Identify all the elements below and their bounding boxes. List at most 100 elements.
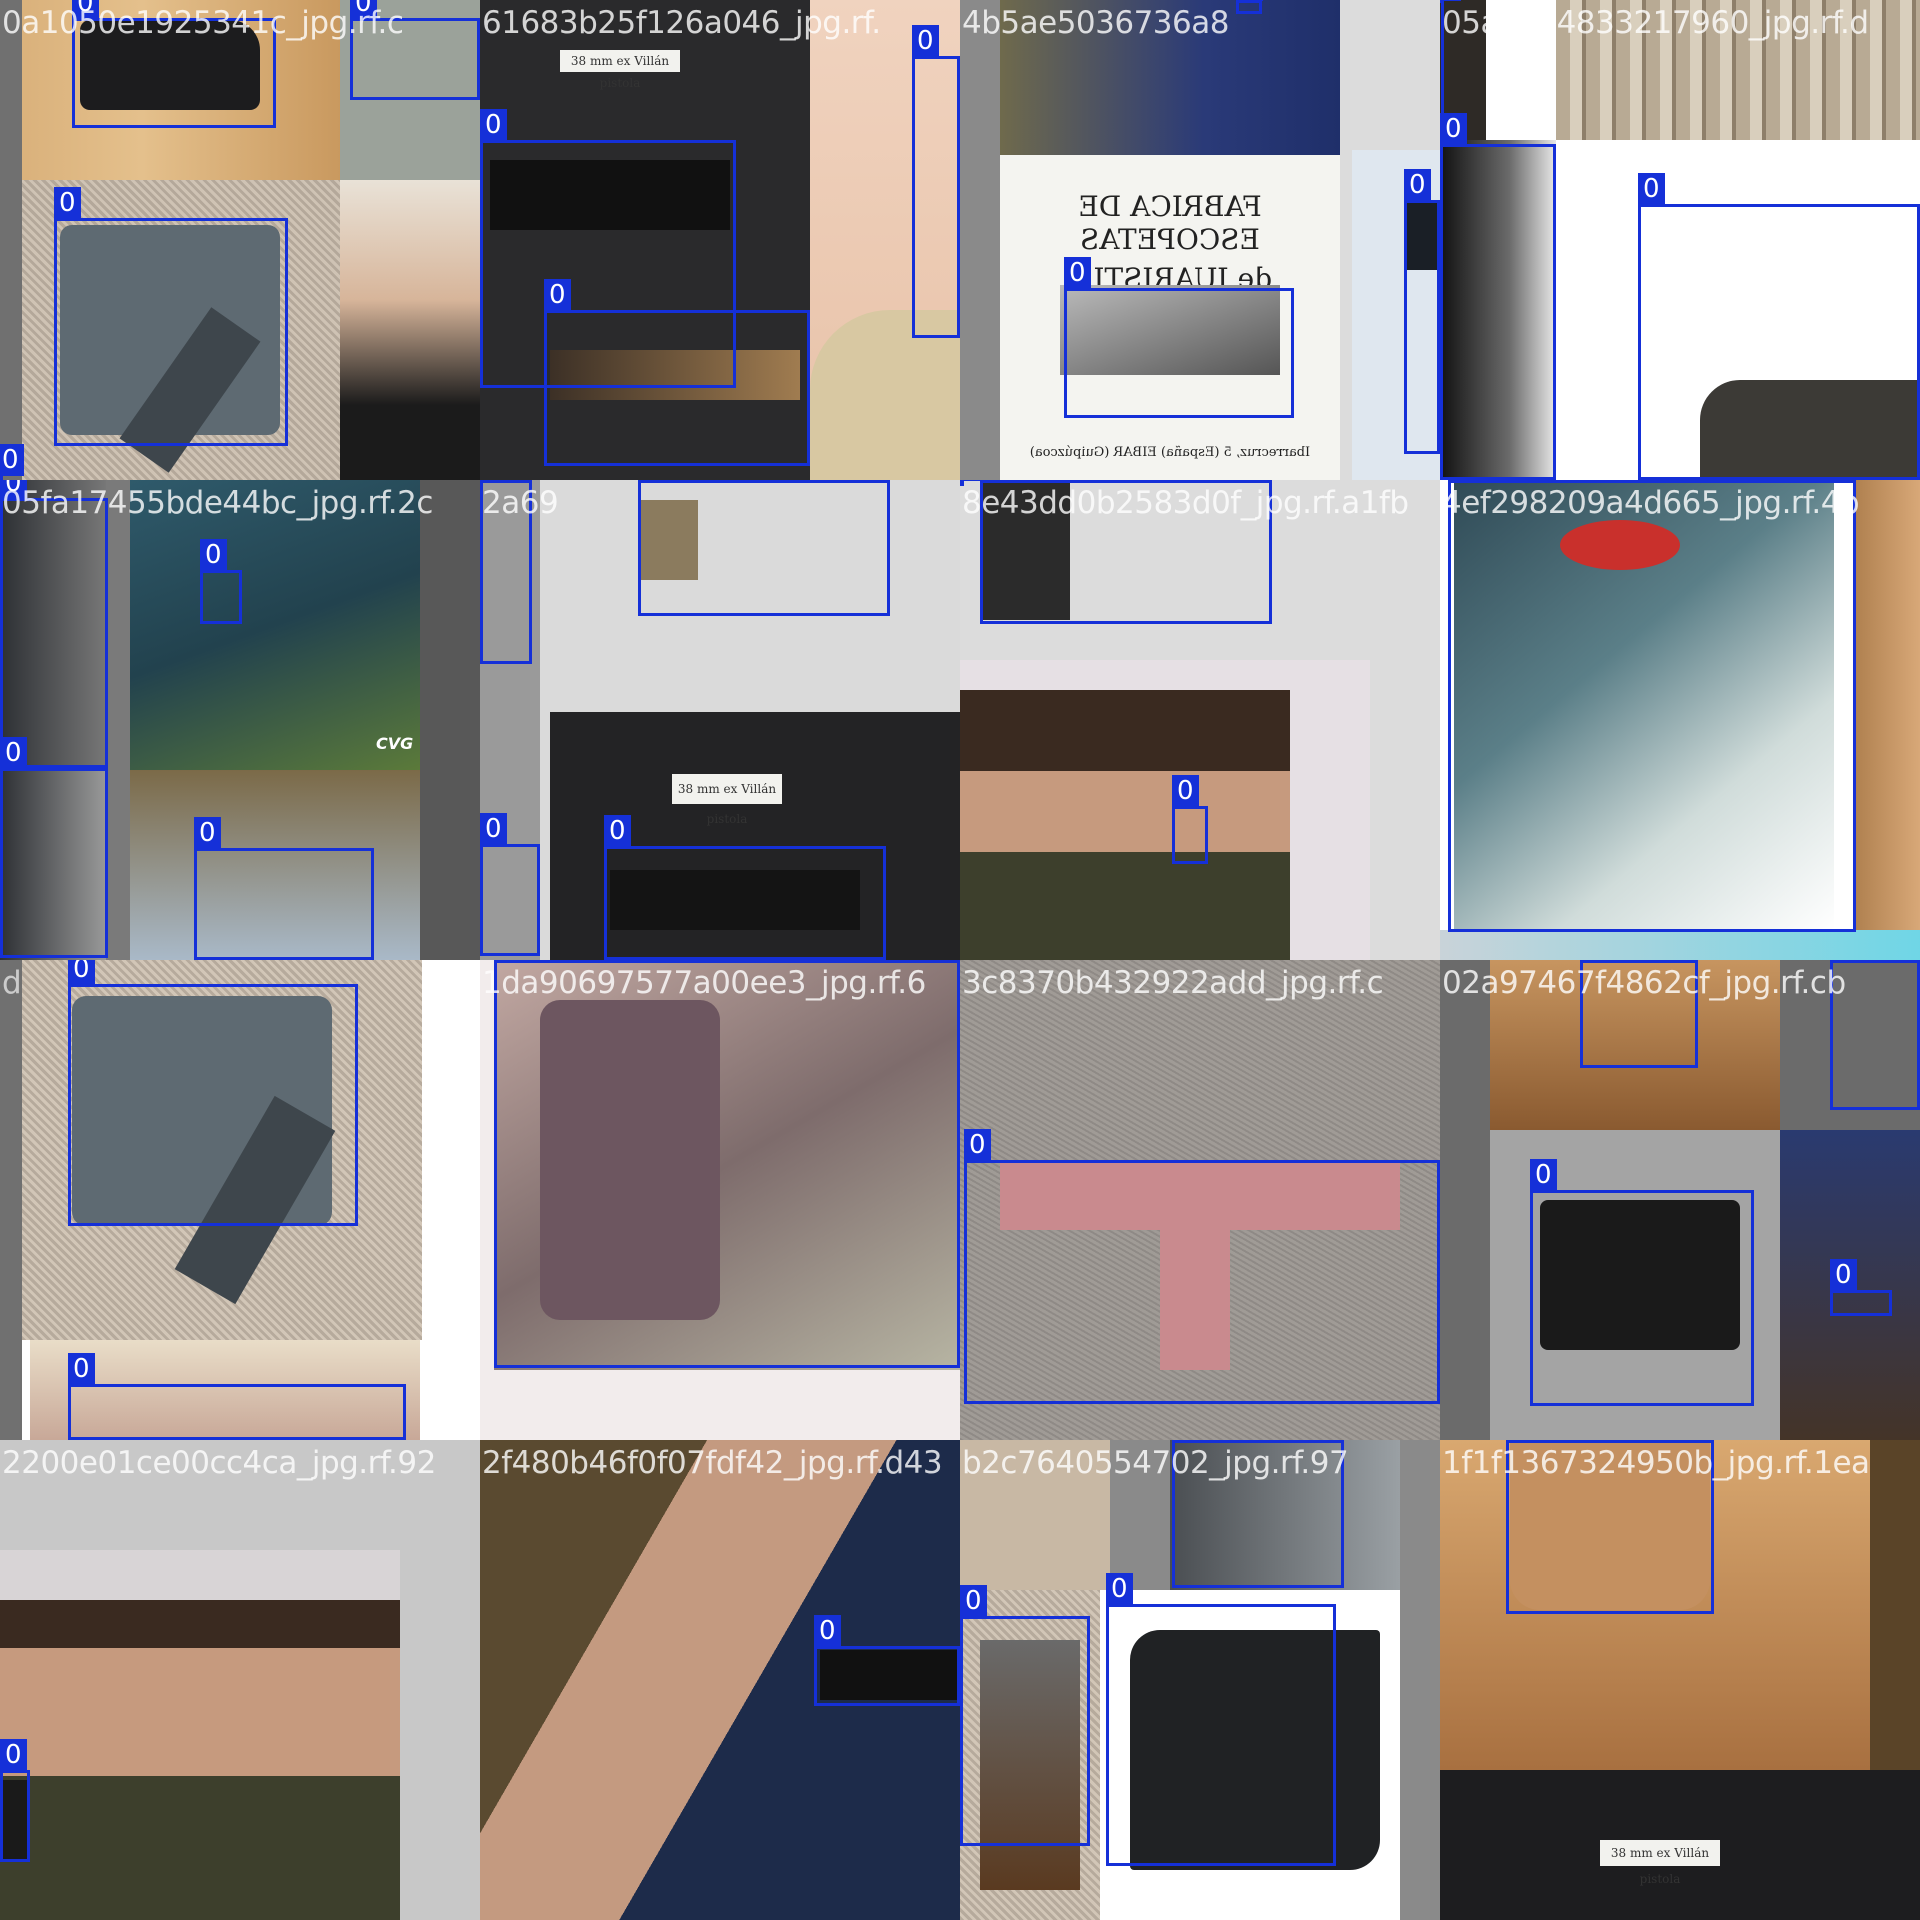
tile-filename: 61683b25f126a046_jpg.rf. [482,5,881,41]
wood-strip [1856,480,1920,930]
class-label: 0 [604,815,631,847]
detection-box: 0 [964,1129,1440,1404]
tile-15: 0 0 0 b2c7640554702_jpg.rf.97 [960,1440,1440,1920]
class-label: 0 [1106,1573,1133,1605]
right-gray-strip [420,480,480,960]
class-label: 0 [1404,169,1431,201]
class-label: 0 [1580,960,1607,961]
detection-box: 0 [54,187,288,446]
class-label: 0 [1448,480,1475,481]
tile-2: 38 mm ex Villán pistola 0 0 0 61683b25f1… [480,0,960,480]
poster-address: Ibarrecruz, 5 (España) EIBAR (Guipúzcoa) [1029,445,1311,460]
detection-box: 0 [1404,169,1440,454]
tile-3: FABRICA DE ESCOPETAS de JUARISTI e IRION… [960,0,1440,480]
tile-filename: d [2,965,22,1001]
detection-box: 0 [1440,113,1556,480]
tile-filename: 2f480b46f0f07fdf42_jpg.rf.d43 [482,1445,943,1481]
detection-box: 0 [480,813,540,956]
class-label: 0 [494,960,521,961]
detection-box: 0 [1638,173,1920,480]
detection-box: 0 [0,480,108,768]
tile-filename: 05a54d4833217960_jpg.rf.d [1442,5,1869,41]
class-label: 0 [960,1585,987,1617]
detection-box: 0 [1236,0,1263,14]
detection-box: 0 [1530,1159,1754,1406]
detection-box: 0 [0,737,108,958]
class-label: 0 [1506,1440,1533,1441]
detection-box: 0 [1448,480,1856,932]
museum-sign: 38 mm ex Villán pistola [672,774,782,826]
tile-filename: 3c8370b432922add_jpg.rf.c [962,965,1384,1001]
detection-box: 0 [68,1353,406,1440]
class-label: 0 [0,444,24,476]
class-label: 0 [544,279,571,311]
detection-box: 0 [194,817,374,960]
detection-box: 0 [1172,775,1208,864]
tile-5: CVG 0 0 0 0 05fa17455bde44bc_jpg.rf.2c [0,480,480,960]
class-label: 0 [0,1739,27,1771]
tile-4: 0 0 0 05a54d4833217960_jpg.rf.d [1440,0,1920,480]
detection-box: 0 [0,1739,30,1862]
tile-1: 0 0 0 0 0a1050e1925341c_jpg.rf.c [0,0,480,480]
class-label: 0 [1172,1440,1199,1441]
class-label: 0 [1830,1259,1857,1291]
museum-sign: 38 mm ex Villán pistola [1600,1840,1720,1886]
left-gray-strip [0,0,22,480]
class-label: 0 [1440,0,1461,1]
class-label: 0 [960,480,981,481]
detection-box: 0 [604,815,886,960]
tile-filename: 1f1f1367324950b_jpg.rf.1ea [1442,1445,1870,1481]
tile-11: 0 3c8370b432922add_jpg.rf.c [960,960,1440,1440]
class-label: 0 [912,25,939,57]
class-label: 0 [814,1615,841,1647]
detection-box: 0 [494,960,960,1368]
class-label: 0 [480,109,507,141]
class-label: 0 [200,539,227,571]
class-label: 0 [194,817,221,849]
detection-box: 0 [1830,1259,1892,1316]
tile-filename: 05fa17455bde44bc_jpg.rf.2c [2,485,433,521]
tile-filename: 2a69 [482,485,559,521]
tile-6: 38 mm ex Villán pistola 0 0 0 0 2a69 [480,480,960,960]
tile-10: 0 1da90697577a00ee3_jpg.rf.6 [480,960,960,1440]
tile-filename: 0a1050e1925341c_jpg.rf.c [2,5,404,41]
class-label: 0 [1236,0,1263,1]
tile-12: 0 0 0 0 02a97467f4862cf_jpg.rf.cb [1440,960,1920,1440]
left-gray-strip [960,0,1000,480]
class-label: 0 [68,1353,95,1385]
man-aiming-photo [0,1600,400,1920]
tile-filename: 1da90697577a00ee3_jpg.rf.6 [482,965,926,1001]
class-label: 0 [638,480,665,481]
museum-sign: 38 mm ex Villán pistola [560,50,680,90]
detection-box: 0 [912,25,960,338]
detection-box: 0 [960,1585,1090,1846]
tile-13: 0 2200e01ce00cc4ca_jpg.rf.92 [0,1440,480,1920]
tile-filename: b2c7640554702_jpg.rf.97 [962,1445,1349,1481]
tile-8: 0 4ef298209a4d665_jpg.rf.4b [1440,480,1920,960]
tile-filename: 2200e01ce00cc4ca_jpg.rf.92 [2,1445,436,1481]
cvg-logo: CVG [376,734,414,753]
tile-filename: 4b5ae5036736a8 [962,5,1229,41]
man-aiming-photo [960,690,1290,960]
class-label: 0 [54,187,81,219]
tile-9: 0 0 d [0,960,480,1440]
blue-strip [1440,930,1920,960]
class-label: 0 [1064,257,1091,289]
class-label: 0 [980,480,1007,481]
detection-box: 0 [1064,257,1294,418]
detection-box: 0 [544,279,810,466]
tile-filename: 8e43dd0b2583d0f_jpg.rf.a1fb [962,485,1409,521]
tile-filename: 4ef298209a4d665_jpg.rf.4b [1442,485,1860,521]
tile-filename: 02a97467f4862cf_jpg.rf.cb [1442,965,1846,1001]
class-label: 0 [0,737,27,769]
tile-16: 38 mm ex Villán pistola 0 1f1f1367324950… [1440,1440,1920,1920]
class-label: 0 [480,813,507,845]
detection-box: 0 [1106,1573,1336,1866]
tile-7: 0 0 0 8e43dd0b2583d0f_jpg.rf.a1fb [960,480,1440,960]
class-label: 0 [1530,1159,1557,1191]
poster-title: FABRICA DE ESCOPETAS [1078,190,1262,256]
tile-14: 0 2f480b46f0f07fdf42_jpg.rf.d43 [480,1440,960,1920]
man-portrait-photo [340,180,480,480]
game-cover-photo [130,480,420,770]
class-label: 0 [1172,775,1199,807]
